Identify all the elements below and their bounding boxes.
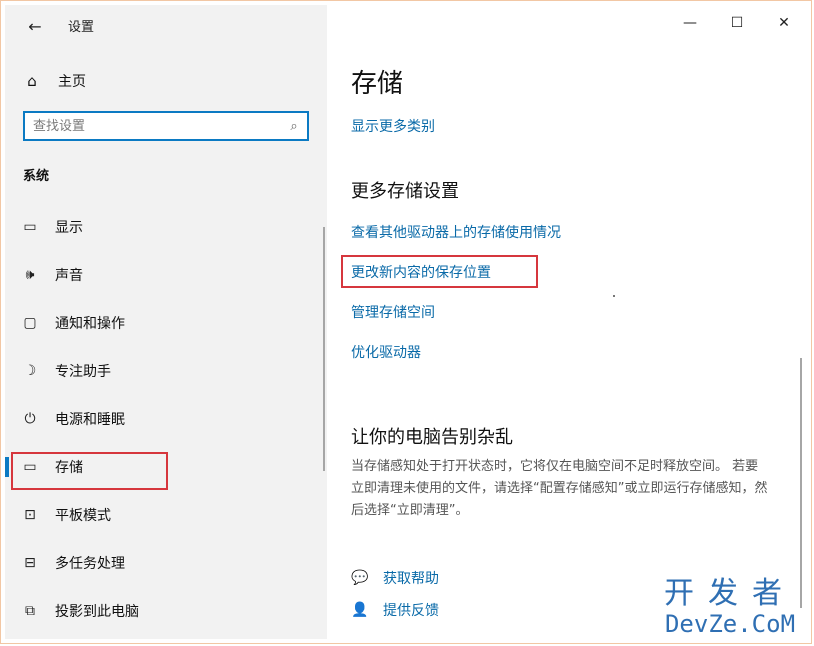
give-feedback-label: 提供反馈 (383, 603, 439, 619)
more-storage-settings-heading: 更多存储设置 (351, 181, 459, 202)
sidebar-item-label: 声音 (55, 268, 83, 284)
change-save-location-link[interactable]: 更改新内容的保存位置 (351, 262, 491, 282)
app-title: 设置 (68, 20, 95, 35)
power-icon: ⏻ (24, 411, 36, 427)
optimize-drives-link[interactable]: 优化驱动器 (351, 342, 421, 362)
sidebar-item-label: 显示 (55, 220, 83, 236)
declutter-description: 当存储感知处于打开状态时，它将仅在电脑空间不足时释放空间。 若要立即清理未使用的… (351, 459, 768, 518)
sidebar-nav: ▭ 显示 🕪 声音 ▢ 通知和操作 ☽ 专注助手 ⏻ 电源和睡眠 ▭ 存储 ⊡ … (5, 203, 327, 635)
sidebar-item-label: 平板模式 (55, 508, 111, 524)
get-help-link[interactable]: 💬 获取帮助 (351, 568, 439, 588)
search-box[interactable]: ⌕ (23, 111, 309, 141)
multitask-icon: ⊟ (24, 555, 36, 571)
view-other-drives-link[interactable]: 查看其他驱动器上的存储使用情况 (351, 222, 561, 242)
show-more-categories-link[interactable]: 显示更多类别 (351, 116, 435, 136)
page-title: 存储 (351, 69, 404, 99)
sidebar-item-label: 多任务处理 (55, 556, 125, 572)
sidebar-item-label: 存储 (55, 460, 83, 476)
sidebar-item-label: 通知和操作 (55, 316, 125, 332)
manage-storage-spaces-link[interactable]: 管理存储空间 (351, 302, 435, 322)
notification-icon: ▢ (23, 315, 37, 331)
sidebar-item-projecting[interactable]: ⧉ 投影到此电脑 (5, 587, 327, 635)
sidebar-home[interactable]: ⌂ 主页 (22, 69, 86, 93)
sidebar-item-sound[interactable]: 🕪 声音 (5, 251, 327, 299)
sidebar-item-focus-assist[interactable]: ☽ 专注助手 (5, 347, 327, 395)
project-icon: ⧉ (25, 603, 35, 619)
moon-icon: ☽ (23, 363, 37, 379)
content-scrollbar[interactable] (800, 358, 802, 608)
storage-icon: ▭ (23, 459, 37, 475)
tablet-icon: ⊡ (24, 507, 36, 523)
home-icon: ⌂ (27, 72, 37, 90)
sidebar-item-label: 专注助手 (55, 364, 111, 380)
main-content: 存储 显示更多类别 更多存储设置 查看其他驱动器上的存储使用情况 更改新内容的保… (327, 5, 807, 639)
help-chat-icon: 💬 (351, 570, 369, 586)
declutter-heading: 让你的电脑告别杂乱 (351, 427, 513, 448)
sidebar-item-label: 投影到此电脑 (55, 604, 139, 620)
monitor-icon: ▭ (23, 219, 37, 235)
sidebar-home-label: 主页 (58, 74, 86, 90)
sidebar: ← 设置 ⌂ 主页 ⌕ 系统 ▭ 显示 🕪 声音 ▢ 通知和操作 ☽ 专注助手 … (5, 5, 327, 639)
sidebar-item-display[interactable]: ▭ 显示 (5, 203, 327, 251)
sidebar-item-notifications[interactable]: ▢ 通知和操作 (5, 299, 327, 347)
search-input[interactable] (25, 112, 281, 140)
sidebar-item-power[interactable]: ⏻ 电源和睡眠 (5, 395, 327, 443)
search-icon[interactable]: ⌕ (281, 119, 307, 134)
sidebar-scrollbar[interactable] (323, 227, 325, 471)
feedback-icon: 👤 (351, 602, 369, 618)
sidebar-item-multitasking[interactable]: ⊟ 多任务处理 (5, 539, 327, 587)
section-label: 系统 (23, 169, 50, 184)
give-feedback-link[interactable]: 👤 提供反馈 (351, 600, 439, 620)
sidebar-item-label: 电源和睡眠 (55, 412, 125, 428)
back-arrow-icon[interactable]: ← (23, 15, 47, 39)
speaker-icon: 🕪 (25, 267, 35, 283)
get-help-label: 获取帮助 (383, 571, 439, 587)
sidebar-item-storage[interactable]: ▭ 存储 (5, 443, 327, 491)
sidebar-item-tablet-mode[interactable]: ⊡ 平板模式 (5, 491, 327, 539)
cursor-dot (613, 295, 615, 297)
